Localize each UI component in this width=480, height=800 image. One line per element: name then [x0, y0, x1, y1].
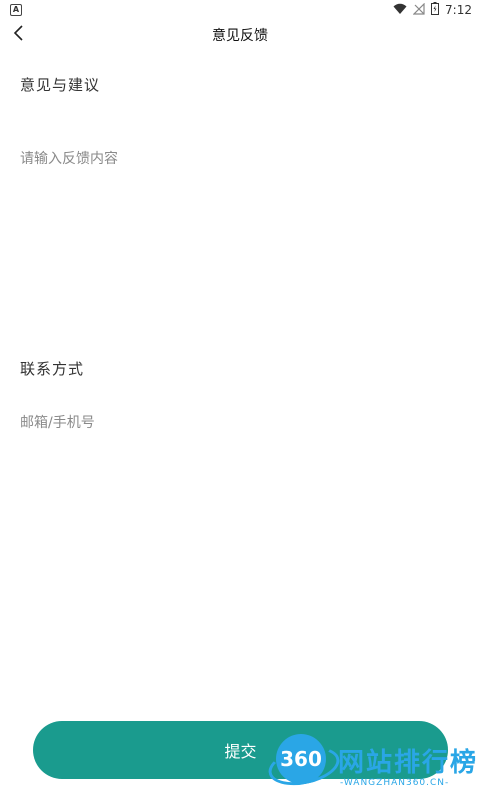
- feedback-textarea[interactable]: [20, 148, 460, 328]
- watermark-logo: 360: [276, 734, 326, 784]
- no-signal-icon: [412, 2, 425, 18]
- status-time: 7:12: [445, 3, 472, 17]
- battery-icon: [431, 2, 440, 18]
- status-bar: A 7:12: [0, 0, 480, 20]
- toolbar: 意见反馈: [0, 20, 480, 48]
- watermark-brand: 网站排行榜: [338, 748, 479, 778]
- app-notification-icon: A: [10, 4, 22, 16]
- contact-label: 联系方式: [20, 360, 85, 378]
- status-right: 7:12: [393, 2, 472, 18]
- watermark-site: -WANGZHAN360.CN-: [340, 778, 450, 788]
- feedback-label: 意见与建议: [20, 76, 101, 94]
- status-left: A: [10, 4, 22, 16]
- contact-input[interactable]: [20, 412, 460, 434]
- watermark: 360 网站排行榜 -WANGZHAN360.CN-: [265, 728, 479, 798]
- page-title: 意见反馈: [212, 28, 268, 44]
- wifi-icon: [393, 3, 407, 18]
